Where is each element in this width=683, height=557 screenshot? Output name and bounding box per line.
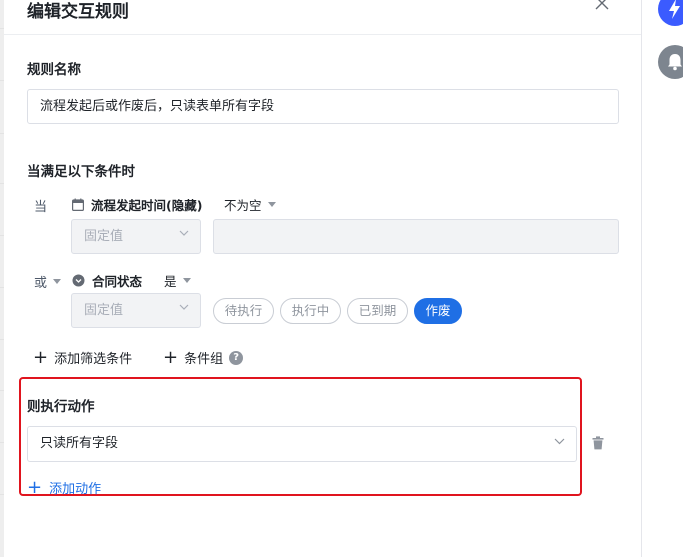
condition-operator-1[interactable]: 不为空 (224, 195, 276, 214)
actions-label: 则执行动作 (27, 399, 95, 415)
help-icon[interactable]: ? (229, 350, 244, 365)
caret-down-icon (267, 202, 276, 207)
condition-field-2[interactable]: 合同状态 (72, 271, 142, 290)
add-condition-group-button[interactable]: + 条件组 ? (163, 346, 244, 368)
add-condition-group-label: 条件组 (184, 352, 224, 367)
lightning-icon[interactable] (658, 0, 683, 26)
plus-icon: + (27, 476, 43, 498)
rule-name-input[interactable]: 流程发起后或作废后，只读表单所有字段 (27, 89, 619, 124)
value-type-select-1[interactable]: 固定值 (71, 219, 201, 254)
caret-down-icon (182, 278, 191, 283)
value-type-select-2[interactable]: 固定值 (71, 293, 201, 328)
chevron-down-icon (554, 438, 565, 445)
dialog-title: 编辑交互规则 (27, 2, 129, 22)
plus-icon: + (33, 346, 49, 368)
action-select-label: 只读所有字段 (40, 436, 119, 451)
plus-icon: + (163, 346, 179, 368)
add-filter-button[interactable]: + 添加筛选条件 (33, 348, 132, 367)
action-select[interactable]: 只读所有字段 (27, 426, 577, 462)
add-filter-label: 添加筛选条件 (54, 352, 133, 367)
condition-operator-2[interactable]: 是 (164, 271, 191, 290)
condition-operator-2-label: 是 (164, 274, 177, 289)
calendar-icon (72, 198, 84, 211)
status-option-pending[interactable]: 待执行 (213, 298, 274, 324)
condition-field-1-label: 流程发起时间(隐藏) (91, 198, 203, 213)
rule-name-label: 规则名称 (27, 62, 81, 78)
value-type-select-1-label: 固定值 (84, 229, 124, 244)
header-divider (4, 34, 641, 35)
chevron-down-icon (179, 230, 189, 236)
add-action-label: 添加动作 (49, 482, 102, 497)
bell-icon[interactable] (658, 45, 683, 79)
close-button[interactable] (595, 0, 615, 15)
condition-operator-1-label: 不为空 (224, 198, 262, 213)
dropdown-field-icon (72, 274, 85, 287)
condition-prefix-or-label: 或 (34, 276, 48, 291)
trash-icon[interactable] (592, 436, 604, 450)
chevron-down-icon (179, 304, 189, 310)
close-icon (595, 0, 609, 10)
status-option-expired[interactable]: 已到期 (347, 298, 408, 324)
status-option-in-progress[interactable]: 执行中 (280, 298, 341, 324)
condition-field-2-label: 合同状态 (92, 274, 143, 289)
condition-field-1[interactable]: 流程发起时间(隐藏) (72, 195, 202, 214)
status-option-void[interactable]: 作废 (414, 298, 462, 324)
condition-prefix-when: 当 (34, 200, 48, 215)
condition-value-field-1[interactable] (213, 219, 619, 254)
conditions-label: 当满足以下条件时 (27, 164, 135, 180)
value-type-select-2-label: 固定值 (84, 303, 124, 318)
caret-down-icon (53, 279, 62, 284)
add-action-button[interactable]: + 添加动作 (27, 478, 101, 497)
condition-prefix-or[interactable]: 或 (34, 272, 62, 291)
page: 编辑交互规则 规则名称 流程发起后或作废后，只读表单所有字段 当满足以下条件时 … (0, 0, 683, 557)
